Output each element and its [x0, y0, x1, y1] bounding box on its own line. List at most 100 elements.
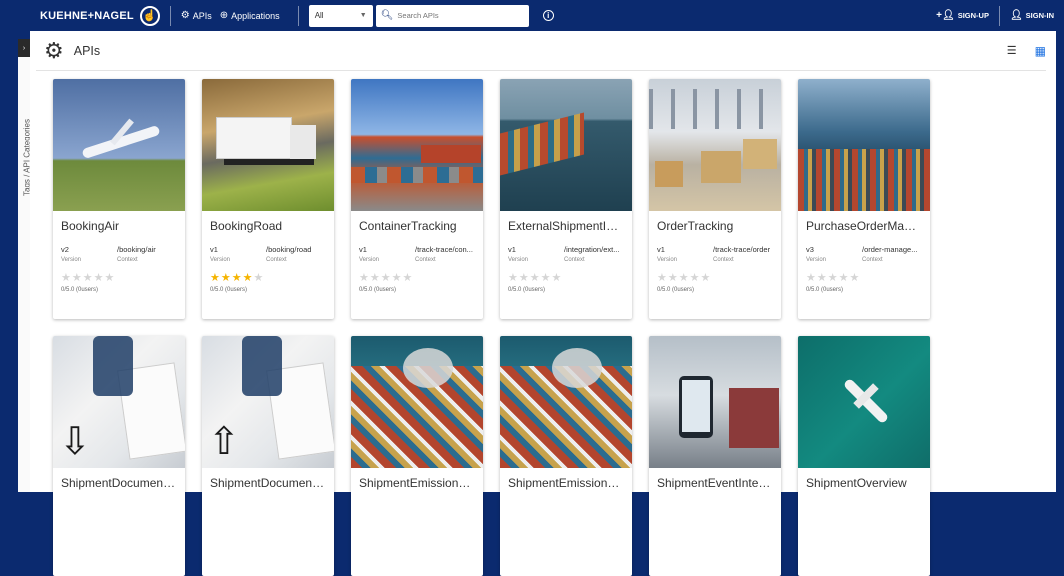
api-card-shipmentdocumentmanagement-upload[interactable]: ⇧ ShipmentDocumentM...	[202, 336, 334, 576]
nav-apis-link[interactable]: ⚙ APIs	[181, 10, 212, 21]
rating-text: 0/5.0 (0users)	[657, 287, 695, 293]
context-label: Context	[117, 257, 138, 263]
main-content: ⚙ APIs ☰ ▦ BookingAir v2 Version /booking…	[30, 31, 1056, 576]
rating-text: 0/5.0 (0users)	[508, 287, 546, 293]
api-card-shipmenteventintegration[interactable]: ShipmentEventIntegra...	[649, 336, 781, 576]
version-label: Version	[508, 257, 529, 263]
info-icon[interactable]: i	[542, 10, 554, 21]
rating-text: 0/5.0 (0users)	[806, 287, 844, 293]
api-card-shipmentemissiontracking-2[interactable]: ShipmentEmissionTra...	[500, 336, 632, 576]
nav-apis-label: APIs	[192, 10, 212, 21]
divider	[297, 5, 299, 26]
version-label: Version	[359, 257, 380, 263]
api-context: /integration/ext...	[564, 245, 620, 254]
api-thumbnail	[53, 79, 185, 211]
chevron-down-icon: ▼	[359, 12, 367, 19]
api-version: v1	[359, 245, 367, 254]
rating-stars[interactable]: ★★★★★	[202, 263, 334, 284]
api-thumbnail: ⇩	[53, 336, 185, 468]
applications-icon: ⊕	[219, 10, 229, 21]
divider	[998, 5, 1000, 26]
rating-text: 0/5.0 (0users)	[210, 287, 248, 293]
api-version: v1	[210, 245, 218, 254]
search-input[interactable]	[397, 11, 523, 20]
search-filter-select[interactable]: All ▼	[308, 4, 373, 27]
page-title: APIs	[73, 43, 101, 58]
api-card-shipmentoverview[interactable]: ShipmentOverview	[798, 336, 930, 576]
sign-in-label: SIGN-IN	[1025, 11, 1054, 20]
search-icon[interactable]: 🔍︎	[381, 10, 394, 21]
api-card-shipmentemissiontracking-1[interactable]: ShipmentEmissionTra...	[351, 336, 483, 576]
context-label: Context	[564, 257, 585, 263]
cloud-upload-icon: ⇧	[208, 421, 240, 463]
version-label: Version	[61, 257, 82, 263]
api-version: v3	[806, 245, 814, 254]
api-card-purchaseordermanagement[interactable]: PurchaseOrderManag... v3 Version /order-m…	[798, 79, 930, 319]
rating-stars[interactable]: ★★★★★	[351, 263, 483, 284]
rating-text: 0/5.0 (0users)	[359, 287, 397, 293]
brand-name: KUEHNE+NAGEL	[40, 9, 134, 22]
api-card-externalshipmentintegration[interactable]: ExternalShipmentInte... v1 Version /integ…	[500, 79, 632, 319]
api-context: /booking/air	[117, 245, 156, 254]
api-thumbnail	[351, 79, 483, 211]
api-thumbnail	[798, 79, 930, 211]
api-name: BookingRoad	[210, 219, 283, 233]
context-label: Context	[266, 257, 287, 263]
api-thumbnail	[500, 336, 632, 468]
apis-gear-icon: ⚙	[44, 37, 64, 63]
api-name: ExternalShipmentInte...	[508, 219, 632, 233]
api-name: ShipmentOverview	[806, 476, 907, 490]
api-context: /track-trace/con...	[415, 245, 473, 254]
api-thumbnail: ⇧	[202, 336, 334, 468]
search-box: 🔍︎	[375, 4, 529, 27]
brand-emblem-icon: ☝	[139, 5, 160, 26]
rating-stars[interactable]: ★★★★★	[500, 263, 632, 284]
rating-stars[interactable]: ★★★★★	[798, 263, 930, 284]
api-context: /track-trace/order	[713, 245, 771, 254]
list-view-icon[interactable]: ☰	[1007, 44, 1017, 57]
api-thumbnail	[202, 79, 334, 211]
version-label: Version	[210, 257, 231, 263]
api-name: ShipmentEmissionTra...	[508, 476, 632, 490]
brand-logo[interactable]: KUEHNE+NAGEL ☝	[40, 5, 160, 26]
top-navigation-bar: KUEHNE+NAGEL ☝ ⚙ APIs ⊕ Applications All…	[0, 0, 1064, 31]
api-name: ShipmentDocumentM...	[210, 476, 334, 490]
auth-actions: +👤︎ SIGN-UP 👤︎ SIGN-IN	[936, 5, 1054, 26]
api-card-containertracking[interactable]: ContainerTracking v1 Version /track-trace…	[351, 79, 483, 319]
sign-up-button[interactable]: +👤︎ SIGN-UP	[936, 10, 989, 21]
divider	[169, 5, 171, 26]
api-context: /booking/road	[266, 245, 312, 254]
api-version: v2	[61, 245, 69, 254]
add-user-icon: +👤︎	[936, 10, 955, 21]
rating-text: 0/5.0 (0users)	[61, 287, 99, 293]
api-thumbnail	[649, 336, 781, 468]
version-label: Version	[657, 257, 678, 263]
rating-stars[interactable]: ★★★★★	[649, 263, 781, 284]
sign-up-label: SIGN-UP	[957, 11, 989, 20]
cloud-download-icon: ⇩	[59, 421, 91, 463]
context-label: Context	[713, 257, 734, 263]
search-filter-value: All	[314, 11, 324, 20]
api-card-bookingair[interactable]: BookingAir v2 Version /booking/air Context…	[53, 79, 185, 319]
api-thumbnail	[500, 79, 632, 211]
api-name: ShipmentEmissionTra...	[359, 476, 483, 490]
api-card-bookingroad[interactable]: BookingRoad v1 Version /booking/road Conte…	[202, 79, 334, 319]
gear-icon: ⚙	[180, 10, 190, 21]
api-card-shipmentdocumentmanagement-download[interactable]: ⇩ ShipmentDocumentM...	[53, 336, 185, 576]
sign-in-button[interactable]: 👤︎ SIGN-IN	[1010, 10, 1054, 21]
api-name: ShipmentDocumentM...	[61, 476, 185, 490]
grid-view-icon[interactable]: ▦	[1035, 44, 1046, 58]
page-header: ⚙ APIs ☰ ▦	[36, 31, 1046, 71]
api-name: BookingAir	[61, 219, 120, 233]
api-card-ordertracking[interactable]: OrderTracking v1 Version /track-trace/ord…	[649, 79, 781, 319]
api-thumbnail	[351, 336, 483, 468]
api-context: /order-manage...	[862, 245, 918, 254]
api-version: v1	[508, 245, 516, 254]
api-name: PurchaseOrderManag...	[806, 219, 930, 233]
api-name: ShipmentEventIntegra...	[657, 476, 781, 490]
rating-stars[interactable]: ★★★★★	[53, 263, 185, 284]
sidebar-toggle-button[interactable]: ›	[18, 39, 30, 57]
view-toggles: ☰ ▦	[1007, 44, 1046, 58]
nav-applications-link[interactable]: ⊕ Applications	[220, 10, 280, 21]
api-name: ContainerTracking	[359, 219, 457, 233]
